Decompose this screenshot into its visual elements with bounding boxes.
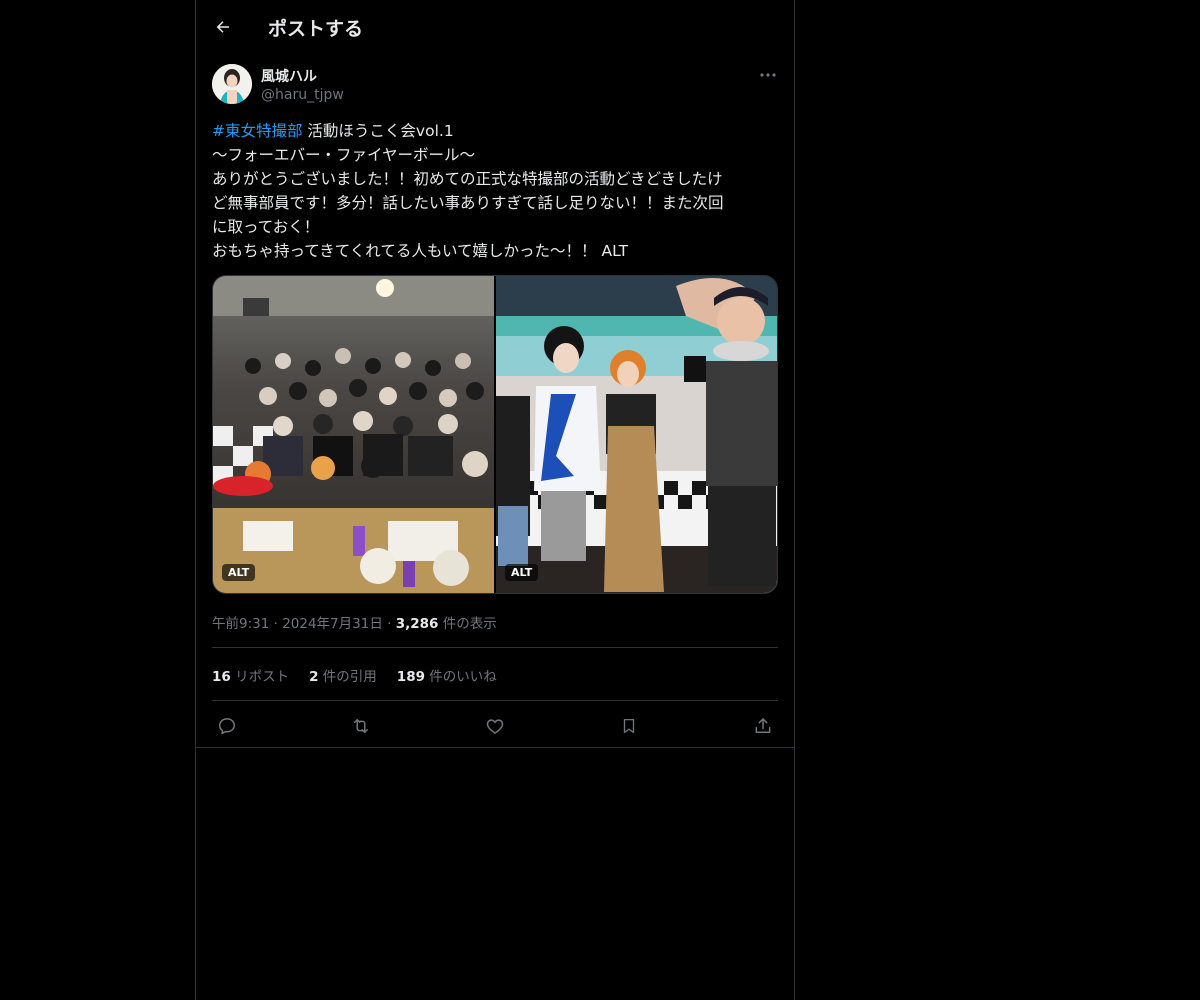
tweet-time[interactable]: 午前9:31 (212, 616, 269, 632)
likes-stat[interactable]: 189 件のいいね (397, 665, 497, 685)
reposts-count: 16 (212, 669, 231, 685)
photo-four-people[interactable]: ALT (496, 276, 777, 593)
tweet-text: #東女特撮部 活動ほうこく会vol.1 〜フォーエバー・ファイヤーボール〜 あり… (212, 119, 778, 263)
repost-icon (354, 719, 368, 733)
author-handle[interactable]: @haru_tjpw (261, 87, 344, 103)
reposts-stat[interactable]: 16 リポスト (212, 665, 289, 685)
tweet-meta: 午前9:31 · 2024年7月31日 · 3,286 件の表示 (212, 612, 497, 632)
avatar-icon (212, 64, 252, 104)
alt-badge-1[interactable]: ALT (222, 564, 256, 581)
alt-badge-2[interactable]: ALT (505, 564, 539, 581)
header: ポストする (196, 0, 794, 53)
author-display-name[interactable]: 風城ハル (261, 66, 317, 86)
repost-button[interactable] (346, 712, 376, 740)
back-arrow-icon (216, 21, 229, 33)
like-button[interactable] (480, 712, 510, 740)
more-options-button[interactable] (756, 66, 780, 84)
reply-button[interactable] (212, 712, 242, 740)
reply-icon (218, 718, 236, 735)
group-photo-image (213, 276, 494, 593)
tweet-bottom-divider (196, 747, 794, 748)
reposts-label: リポスト (230, 669, 290, 685)
bookmark-icon (623, 718, 635, 734)
tweet-date[interactable]: 2024年7月31日 (282, 616, 383, 632)
views-label: 件の表示 (438, 616, 497, 632)
divider (212, 700, 778, 701)
avatar[interactable] (212, 64, 252, 104)
media-grid: ALT ALT (212, 275, 778, 594)
tweet-line-1-text: 活動ほうこく会vol.1 (302, 122, 454, 140)
meta-separator: · (269, 616, 283, 632)
tweet-line-6: おもちゃ持ってきてくれてる人もいて嬉しかった〜！！ ALT (212, 242, 629, 260)
likes-count: 189 (396, 669, 425, 685)
meta-separator: · (382, 616, 396, 632)
action-bar (212, 712, 778, 740)
tweet-line-2: 〜フォーエバー・ファイヤーボール〜 (212, 146, 476, 164)
quotes-stat[interactable]: 2 件の引用 (309, 665, 377, 685)
tweet-line-4: ど無事部員です！多分！話したい事ありすぎて話し足りない！！また次回 (212, 194, 724, 212)
quotes-count: 2 (309, 669, 319, 685)
page-title: ポストする (268, 18, 364, 40)
photo-group[interactable]: ALT (213, 276, 494, 593)
views-count: 3,286 (395, 616, 439, 632)
divider (212, 647, 778, 648)
four-people-photo-image (496, 276, 777, 593)
back-button[interactable] (208, 12, 238, 42)
tweet-line-5: に取っておく！ (212, 218, 320, 236)
more-dots-icon (760, 73, 776, 77)
quotes-label: 件の引用 (318, 669, 377, 685)
likes-label: 件のいいね (424, 669, 497, 685)
like-icon (486, 719, 504, 734)
tweet-line-1: #東女特撮部 活動ほうこく会vol.1 (212, 119, 778, 143)
tweet-line-3: ありがとうございました！！初めての正式な特撮部の活動どきどきしたけ (212, 170, 723, 188)
bookmark-button[interactable] (614, 712, 644, 740)
share-icon (755, 718, 771, 733)
engagement-stats: 16 リポスト 2 件の引用 189 件のいいね (212, 665, 497, 685)
main-column: ポストする 風城ハル @haru_tjpw #東女特撮部 活動ほうこく会vol.… (195, 0, 795, 1000)
hashtag-link[interactable]: #東女特撮部 (212, 122, 303, 140)
share-button[interactable] (748, 712, 778, 740)
